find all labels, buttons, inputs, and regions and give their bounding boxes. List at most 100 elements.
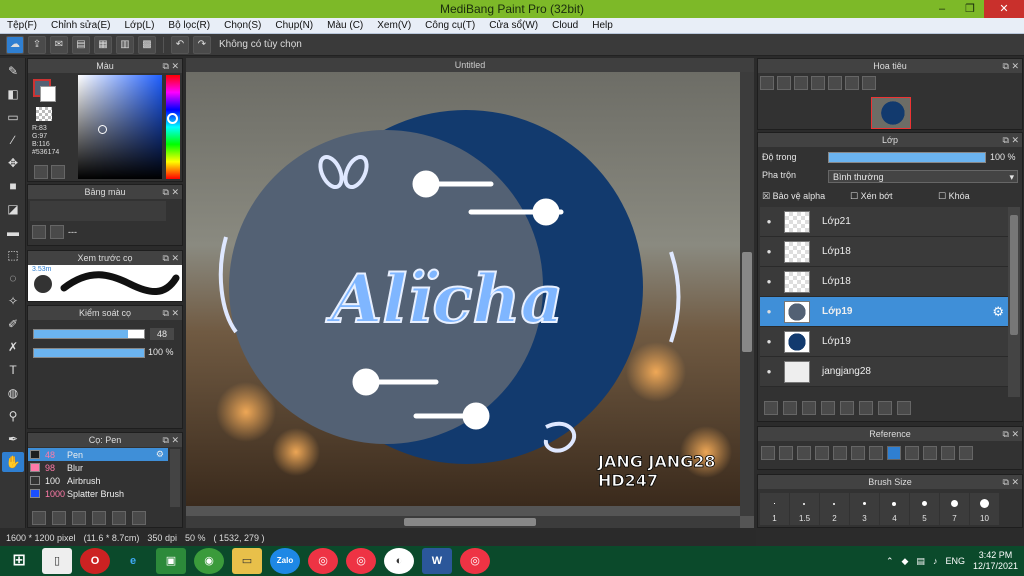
flip-icon[interactable]: [862, 76, 876, 90]
canvas-vertical-scrollbar[interactable]: [740, 72, 754, 516]
divide-tool-icon[interactable]: ◍: [2, 383, 24, 403]
language-indicator[interactable]: ENG: [945, 556, 965, 566]
reference-rotate-left-icon[interactable]: [905, 446, 919, 460]
new-brush-icon[interactable]: [52, 511, 66, 525]
reference-hand-icon[interactable]: [887, 446, 901, 460]
restore-button[interactable]: ❐: [956, 0, 984, 18]
reference-flip-icon[interactable]: [959, 446, 973, 460]
select-pen-tool-icon[interactable]: ✐: [2, 314, 24, 334]
panel-float-close-icon[interactable]: ⧉ ✕: [1003, 427, 1019, 441]
rectangle-tool-icon[interactable]: ▭: [2, 107, 24, 127]
panel-float-close-icon[interactable]: ⧉ ✕: [163, 306, 179, 320]
new-folder-icon[interactable]: [840, 401, 854, 415]
layer-visibility-icon[interactable]: ●: [760, 217, 778, 226]
duplicate-brush-icon[interactable]: [132, 511, 146, 525]
menu-color[interactable]: Màu (C): [320, 18, 370, 33]
eraser-tool-icon[interactable]: ◧: [2, 84, 24, 104]
layer-row-selected[interactable]: ● Lớp19 ⚙: [760, 297, 1008, 327]
layer-visibility-icon[interactable]: ●: [760, 367, 778, 376]
layer-row[interactable]: ● Lớp18: [760, 237, 1008, 267]
layer-list-scroll-thumb[interactable]: [1010, 215, 1018, 335]
navigator-thumbnail[interactable]: [871, 97, 911, 129]
canvas-horizontal-scroll-thumb[interactable]: [404, 518, 536, 526]
tray-notification-icon[interactable]: ◆: [902, 556, 909, 567]
layer-row[interactable]: ● Lớp19: [760, 327, 1008, 357]
share-icon[interactable]: ⇪: [28, 35, 46, 54]
brush-size-value[interactable]: 48: [150, 328, 174, 340]
tray-chevron-icon[interactable]: ⌃: [886, 556, 894, 567]
menu-layer[interactable]: Lớp(L): [118, 18, 162, 33]
menu-file[interactable]: Tệp(F): [0, 18, 44, 33]
new-palette-icon[interactable]: [32, 225, 46, 239]
lock-checkbox[interactable]: ☐ Khóa: [938, 191, 970, 203]
bucket-tool-icon[interactable]: ◪: [2, 199, 24, 219]
panel-float-close-icon[interactable]: ⧉ ✕: [1003, 133, 1019, 147]
blend-mode-select[interactable]: Bình thường ▾: [828, 170, 1018, 183]
reference-eyedropper-icon[interactable]: [869, 446, 883, 460]
hue-slider[interactable]: [166, 75, 180, 179]
chrome-icon[interactable]: ◎: [308, 548, 338, 574]
brush-size-preset[interactable]: 3: [850, 493, 879, 525]
drawing-canvas[interactable]: Alïcha JANG JANG28 HD247: [186, 72, 740, 506]
color-picker-cursor[interactable]: [98, 125, 107, 134]
menu-cloud[interactable]: Cloud: [545, 18, 585, 33]
new-halftone-layer-icon[interactable]: [783, 401, 797, 415]
brush-size-preset[interactable]: 4: [880, 493, 909, 525]
layer-row[interactable]: ● Lớp18: [760, 267, 1008, 297]
reference-rotate-right-icon[interactable]: [941, 446, 955, 460]
saturation-value-picker[interactable]: [78, 75, 162, 179]
text-panel-icon[interactable]: ▤: [72, 35, 90, 54]
brush-opacity-slider[interactable]: [33, 348, 145, 358]
layer-row[interactable]: ● Lớp21: [760, 207, 1008, 237]
network-icon[interactable]: ▤: [916, 556, 925, 567]
panel-float-close-icon[interactable]: ⧉ ✕: [163, 433, 179, 447]
panel-float-close-icon[interactable]: ⧉ ✕: [163, 251, 179, 265]
reset-view-icon[interactable]: [828, 76, 842, 90]
file-icon[interactable]: ▯: [42, 548, 72, 574]
medibang-paint-icon[interactable]: ◐: [384, 548, 414, 574]
select-eraser-tool-icon[interactable]: ✗: [2, 337, 24, 357]
canvas-tab[interactable]: Untitled: [186, 58, 754, 72]
cloud-icon[interactable]: ☁: [6, 35, 24, 54]
close-button[interactable]: ✕: [984, 0, 1024, 18]
sub-color-swatch[interactable]: [40, 86, 56, 102]
hand-tool-icon[interactable]: ✋: [2, 452, 24, 472]
minimize-button[interactable]: –: [928, 0, 956, 18]
move-tool-icon[interactable]: ✥: [2, 153, 24, 173]
layer-visibility-icon[interactable]: ●: [760, 307, 778, 316]
panel-float-close-icon[interactable]: ⧉ ✕: [163, 59, 179, 73]
menu-help[interactable]: Help: [585, 18, 620, 33]
panel-float-close-icon[interactable]: ⧉ ✕: [163, 185, 179, 199]
merge-down-icon[interactable]: [878, 401, 892, 415]
delete-palette-icon[interactable]: [50, 225, 64, 239]
brush-size-preset[interactable]: 5: [910, 493, 939, 525]
layer-settings-gear-icon[interactable]: ⚙: [992, 304, 1004, 320]
transparent-swatch[interactable]: [36, 107, 52, 121]
color-slider-icon[interactable]: [51, 165, 65, 179]
volume-icon[interactable]: ♪: [933, 556, 938, 566]
reference-cloud-icon[interactable]: [761, 446, 775, 460]
chrome-profile-icon[interactable]: ◎: [346, 548, 376, 574]
menu-tools[interactable]: Công cụ(T): [418, 18, 482, 33]
brush-tool-icon[interactable]: ✎: [2, 61, 24, 81]
brush-size-preset[interactable]: 7: [940, 493, 969, 525]
rotate-right-icon[interactable]: [845, 76, 859, 90]
layer-list-scrollbar[interactable]: [1008, 207, 1020, 397]
add-brush-icon[interactable]: [72, 511, 86, 525]
zoom-out-icon[interactable]: [794, 76, 808, 90]
menu-filter[interactable]: Bộ lọc(R): [161, 18, 217, 33]
menu-select[interactable]: Chọn(S): [217, 18, 268, 33]
new-layer-icon[interactable]: [764, 401, 778, 415]
brush-list-scrollbar[interactable]: [170, 449, 180, 507]
fill-rect-tool-icon[interactable]: ■: [2, 176, 24, 196]
rotate-left-icon[interactable]: [811, 76, 825, 90]
line-tool-icon[interactable]: ∕: [2, 130, 24, 150]
brush-size-preset[interactable]: 1.5: [790, 493, 819, 525]
new-8bit-layer-icon[interactable]: [802, 401, 816, 415]
canvas-horizontal-scrollbar[interactable]: [186, 516, 740, 528]
layer-visibility-icon[interactable]: ●: [760, 247, 778, 256]
reference-zoom-out-icon[interactable]: [851, 446, 865, 460]
duplicate-layer-icon[interactable]: [859, 401, 873, 415]
hue-slider-thumb[interactable]: [167, 113, 178, 124]
protect-alpha-checkbox[interactable]: ☒ Bảo vệ alpha: [762, 191, 850, 203]
